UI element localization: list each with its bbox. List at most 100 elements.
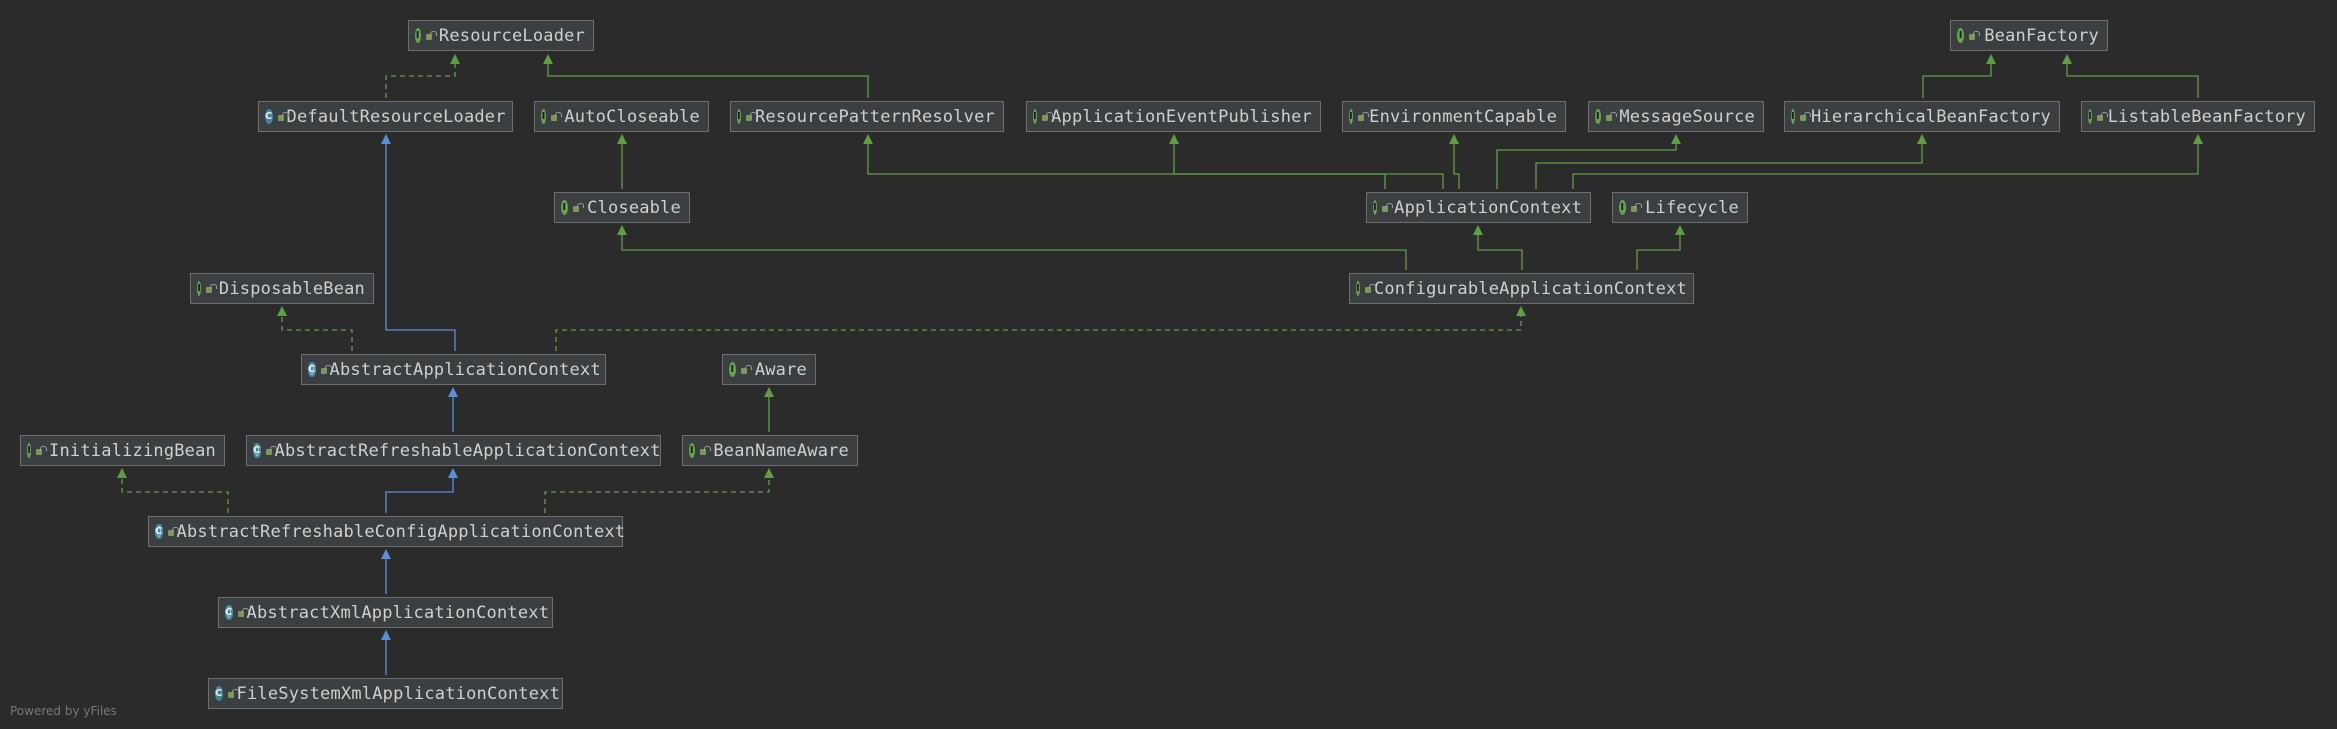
node-label: ApplicationEventPublisher (1051, 106, 1312, 127)
edge-ApplicationContext-to-ApplicationEventPublisher (1169, 134, 1444, 189)
edge-line (385, 477, 454, 513)
node-label: HierarchicalBeanFactory (1810, 106, 2051, 127)
node-aware[interactable]: I Aware (722, 354, 816, 385)
interface-icon: I (415, 28, 421, 43)
node-label: BeanFactory (1984, 25, 2099, 46)
node-initializing-bean[interactable]: I InitializingBean (20, 435, 225, 466)
edge-line (1173, 143, 1444, 189)
public-visibility-icon (1357, 111, 1371, 123)
interface-icon: I (737, 109, 741, 124)
edge-arrowhead (2193, 134, 2203, 144)
node-label: Aware (754, 359, 807, 380)
node-label: ResourcePatternResolver (754, 106, 995, 127)
edge-AbstractXmlApplicationContext-to-AbstractRefreshableConfigApplicationContext (381, 549, 391, 594)
class-icon: C (215, 686, 223, 701)
edge-arrowhead (450, 54, 460, 64)
public-visibility-icon (1381, 202, 1394, 214)
node-abstract-refreshable-config-application-context[interactable]: C AbstractRefreshableConfigApplicationCon… (148, 516, 626, 547)
node-hierarchical-bean-factory[interactable]: I HierarchicalBeanFactory (1784, 101, 2060, 132)
edge-ConfigurableApplicationContext-to-Closeable (617, 225, 1407, 270)
edge-arrowhead (617, 134, 627, 144)
abstract-class-icon: C (253, 443, 261, 458)
node-file-system-xml-application-context[interactable]: C FileSystemXmlApplicationContext (208, 678, 563, 709)
edge-ListableBeanFactory-to-BeanFactory (2062, 54, 2199, 98)
interface-icon: I (1373, 200, 1377, 215)
class-icon: C (265, 109, 273, 124)
edge-arrowhead (1671, 134, 1681, 144)
interface-icon: I (561, 200, 568, 215)
node-label: ApplicationContext (1394, 197, 1582, 218)
edge-arrowhead (543, 54, 553, 64)
edge-arrowhead (863, 134, 873, 144)
edge-AbstractRefreshableConfigApplicationContext-to-AbstractRefreshableApplicationContext (385, 468, 458, 513)
edge-ApplicationContext-to-ListableBeanFactory (1572, 134, 2203, 189)
node-default-resource-loader[interactable]: C DefaultResourceLoader (258, 101, 513, 132)
interface-icon: I (197, 281, 202, 296)
node-application-context[interactable]: I ApplicationContext (1366, 192, 1591, 223)
node-configurable-application-context[interactable]: I ConfigurableApplicationContext (1349, 273, 1694, 304)
node-abstract-xml-application-context[interactable]: C AbstractXmlApplicationContext (218, 597, 553, 628)
edge-line (621, 234, 1407, 270)
public-visibility-icon (699, 445, 710, 457)
node-listable-bean-factory[interactable]: I ListableBeanFactory (2081, 101, 2315, 132)
interface-icon: I (541, 109, 547, 124)
node-abstract-application-context[interactable]: C AbstractApplicationContext (301, 354, 606, 385)
node-label: DisposableBean (218, 278, 365, 299)
node-application-event-publisher[interactable]: I ApplicationEventPublisher (1026, 101, 1321, 132)
node-lifecycle[interactable]: I Lifecycle (1612, 192, 1748, 223)
abstract-class-icon: C (155, 524, 163, 539)
edge-arrowhead (617, 225, 627, 235)
interface-icon: I (1957, 28, 1965, 43)
node-label: AbstractRefreshableConfigApplicationCont… (176, 521, 626, 542)
node-resource-pattern-resolver[interactable]: I ResourcePatternResolver (730, 101, 1004, 132)
public-visibility-icon (740, 364, 753, 376)
edge-AbstractRefreshableConfigApplicationContext-to-BeanNameAware (544, 468, 774, 513)
node-label: DefaultResourceLoader (286, 106, 506, 127)
abstract-class-icon: C (308, 362, 316, 377)
interface-icon: I (1356, 281, 1360, 296)
edge-line (1453, 143, 1460, 189)
node-label: AbstractXmlApplicationContext (246, 602, 550, 623)
public-visibility-icon (1630, 202, 1643, 214)
public-visibility-icon (35, 445, 47, 457)
edge-ConfigurableApplicationContext-to-Lifecycle (1636, 225, 1685, 270)
edge-arrowhead (277, 306, 287, 316)
interface-icon: I (2088, 109, 2092, 124)
edge-line (555, 315, 1522, 351)
edge-ApplicationContext-to-EnvironmentCapable (1449, 134, 1460, 189)
node-resource-loader[interactable]: I ResourceLoader (408, 20, 594, 51)
edge-ApplicationContext-to-MessageSource (1496, 134, 1681, 189)
node-label: ListableBeanFactory (2107, 106, 2306, 127)
edge-arrowhead (1675, 225, 1685, 235)
node-environment-capable[interactable]: I EnvironmentCapable (1342, 101, 1566, 132)
node-label: AbstractApplicationContext (329, 359, 601, 380)
edge-line (1496, 143, 1677, 189)
node-message-source[interactable]: I MessageSource (1588, 101, 1764, 132)
node-bean-factory[interactable]: I BeanFactory (1950, 20, 2108, 51)
edge-AbstractRefreshableConfigApplicationContext-to-InitializingBean (117, 468, 229, 513)
public-visibility-icon (1968, 30, 1981, 42)
node-label: ConfigurableApplicationContext (1373, 278, 1687, 299)
node-closeable[interactable]: I Closeable (554, 192, 690, 223)
edge-BeanNameAware-to-Aware (764, 387, 774, 432)
edge-AbstractApplicationContext-to-ConfigurableApplicationContext (555, 306, 1526, 351)
edge-arrowhead (2062, 54, 2072, 64)
edge-arrowhead (381, 549, 391, 559)
edge-arrowhead (1449, 134, 1459, 144)
edge-AbstractApplicationContext-to-DefaultResourceLoader (381, 134, 456, 351)
interface-icon: I (27, 443, 32, 458)
node-disposable-bean[interactable]: I DisposableBean (190, 273, 374, 304)
node-abstract-refreshable-application-context[interactable]: C AbstractRefreshableApplicationContext (246, 435, 661, 466)
edge-arrowhead (1169, 134, 1179, 144)
edge-arrowhead (448, 387, 458, 397)
node-auto-closeable[interactable]: I AutoCloseable (534, 101, 709, 132)
edge-line (385, 63, 456, 98)
node-bean-name-aware[interactable]: I BeanNameAware (682, 435, 858, 466)
node-label: EnvironmentCapable (1369, 106, 1557, 127)
powered-by-footer: Powered by yFiles (10, 704, 117, 718)
interface-icon: I (1349, 109, 1353, 124)
public-visibility-icon (2096, 111, 2107, 123)
interface-icon: I (689, 443, 695, 458)
edge-arrowhead (381, 134, 391, 144)
edge-arrowhead (448, 468, 458, 478)
